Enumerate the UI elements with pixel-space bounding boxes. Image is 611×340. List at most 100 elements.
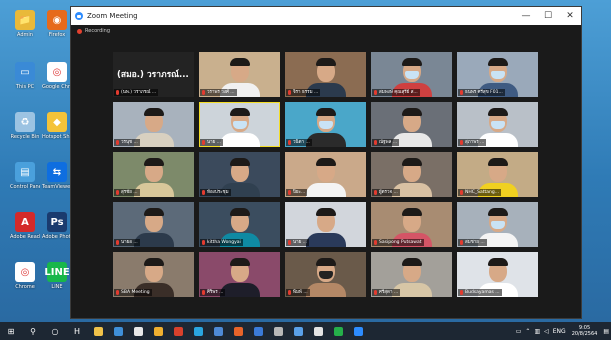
participant-tile[interactable]: ห้องประชุม bbox=[199, 152, 280, 197]
taskbar-app11-icon[interactable] bbox=[288, 322, 308, 340]
desktop-icon[interactable]: A Adobe Reader bbox=[10, 212, 40, 240]
participant-tile[interactable]: NHC_Sattang... bbox=[457, 152, 538, 197]
taskbar-files-icon[interactable]: H bbox=[66, 322, 88, 340]
taskbar-app13-icon[interactable] bbox=[328, 322, 348, 340]
participant-name: ห้องประชุม bbox=[207, 190, 229, 195]
taskbar-app5-icon[interactable] bbox=[168, 322, 188, 340]
desktop-icon[interactable]: ◉ Firefox bbox=[42, 10, 72, 38]
taskbar-app-glyph bbox=[213, 326, 223, 336]
title-bar[interactable]: Zoom Meeting — ☐ ✕ bbox=[71, 7, 581, 25]
taskbar-app4-icon[interactable] bbox=[148, 322, 168, 340]
desktop-app-icon: ◉ bbox=[47, 10, 67, 30]
taskbar-start-icon[interactable]: ⊞ bbox=[0, 322, 22, 340]
participant-hair bbox=[401, 208, 422, 216]
participant-nameplate: NHC_Sattang... bbox=[458, 189, 502, 196]
participant-tile[interactable]: วราพร วงศ์ ... bbox=[199, 52, 280, 97]
participant-hair bbox=[229, 208, 250, 216]
participant-name: ผู้ตรวจ ... bbox=[379, 190, 398, 195]
taskbar-app1-icon[interactable] bbox=[88, 322, 108, 340]
network-icon[interactable]: ▥ bbox=[534, 328, 540, 335]
participant-tile[interactable]: Budsayamas ... bbox=[457, 252, 538, 297]
participant-tile[interactable]: ผู้ตรวจ ... bbox=[371, 152, 452, 197]
participant-tile[interactable]: Sasipong Putsawat bbox=[371, 202, 452, 247]
taskbar-app-glyph bbox=[153, 326, 163, 336]
desktop-icon[interactable]: ◆ Hotspot Shield bbox=[42, 112, 72, 140]
participant-hair bbox=[401, 58, 422, 66]
taskbar-taskview-icon[interactable]: ○ bbox=[44, 322, 66, 340]
taskbar-app6-icon[interactable] bbox=[188, 322, 208, 340]
clock[interactable]: 9:05 20/8/2564 bbox=[572, 325, 598, 337]
participant-nameplate: ศิริพร ... bbox=[200, 289, 226, 296]
desktop-icon-label: Chrome bbox=[15, 284, 35, 290]
close-button[interactable]: ✕ bbox=[559, 7, 581, 25]
participant-hair bbox=[487, 58, 508, 66]
participant-hair bbox=[143, 258, 164, 266]
participant-tile[interactable]: ธนพร ศรีสุข F01... bbox=[457, 52, 538, 97]
taskbar-app8-icon[interactable] bbox=[228, 322, 248, 340]
desktop-icon[interactable]: 📁 Admin bbox=[10, 10, 40, 38]
zoom-window[interactable]: Zoom Meeting — ☐ ✕ Recording (สมอ.) วราภ… bbox=[70, 6, 582, 319]
folder-icon[interactable]: ▭ bbox=[516, 328, 522, 335]
participant-tile[interactable]: สมชาย ... bbox=[457, 202, 538, 247]
participant-hair bbox=[229, 158, 250, 166]
participant-hair bbox=[487, 108, 508, 116]
participant-name: วนิดา ... bbox=[293, 140, 310, 145]
desktop-icon[interactable]: ◎ Chrome bbox=[10, 262, 40, 290]
taskbar-app3-icon[interactable] bbox=[128, 322, 148, 340]
participant-nameplate: สุภาพร ... bbox=[458, 139, 487, 146]
participant-name: วราพร วงศ์ ... bbox=[207, 90, 235, 95]
desktop-icon[interactable]: ▭ This PC bbox=[10, 62, 40, 90]
participant-tile[interactable]: ศิริพร ... bbox=[199, 252, 280, 297]
participant-tile[interactable]: ณัฐพล ... bbox=[371, 102, 452, 147]
desktop-icon[interactable]: ◎ Google Chrome bbox=[42, 62, 72, 90]
taskbar-app-glyph bbox=[233, 326, 243, 336]
participant-hair bbox=[401, 158, 422, 166]
chevron-up-icon[interactable]: ⌃ bbox=[525, 328, 530, 335]
taskbar-app2-icon[interactable] bbox=[108, 322, 128, 340]
recording-indicator[interactable]: Recording bbox=[77, 28, 110, 34]
desktop-icon[interactable]: ⇆ TeamViewer bbox=[42, 162, 72, 190]
participant-nameplate: ห้องประชุม bbox=[200, 189, 231, 196]
participant-tile[interactable]: วนิดา ... bbox=[285, 102, 366, 147]
taskbar-app-glyph bbox=[353, 326, 363, 336]
participant-tile[interactable]: นาย ... bbox=[285, 202, 366, 247]
taskbar-search-icon[interactable]: ⚲ bbox=[22, 322, 44, 340]
taskbar-app12-icon[interactable] bbox=[308, 322, 328, 340]
participant-tile[interactable]: SBA Meeting bbox=[113, 252, 194, 297]
notifications-icon[interactable]: ▤ bbox=[603, 328, 609, 335]
taskbar-app14-icon[interactable] bbox=[348, 322, 368, 340]
desktop-icon[interactable]: ▤ Control Panel bbox=[10, 162, 40, 190]
participant-tile[interactable]: ศรีสุดา ... bbox=[371, 252, 452, 297]
taskbar-app7-icon[interactable] bbox=[208, 322, 228, 340]
participant-name: ศิริพร ... bbox=[207, 290, 224, 295]
participant-tile[interactable]: นาย ... bbox=[199, 102, 280, 147]
participant-tile[interactable]: kittha Wongyai bbox=[199, 202, 280, 247]
desktop-icon[interactable]: Ps Adobe Photoshop bbox=[42, 212, 72, 240]
participant-tile[interactable]: สุภาพร ... bbox=[457, 102, 538, 147]
participant-tile[interactable]: นายอ ... bbox=[113, 202, 194, 247]
desktop-app-icon: ◆ bbox=[47, 112, 67, 132]
taskbar-app-glyph bbox=[273, 326, 283, 336]
clock-date: 20/8/2564 bbox=[571, 331, 598, 337]
maximize-button[interactable]: ☐ bbox=[537, 7, 559, 25]
desktop-icon[interactable]: LINE LINE bbox=[42, 262, 72, 290]
participant-tile[interactable]: ปิยะ... bbox=[285, 152, 366, 197]
muted-mic-icon bbox=[116, 290, 119, 295]
participant-tile[interactable]: จิรา ธรรม ... bbox=[285, 52, 366, 97]
muted-mic-icon bbox=[116, 140, 119, 145]
participant-tile[interactable]: วรนุช ... bbox=[113, 102, 194, 147]
taskbar-app9-icon[interactable] bbox=[248, 322, 268, 340]
participant-tile[interactable]: สมพงษ์ คุณสุรีย์ ส... bbox=[371, 52, 452, 97]
taskbar-app10-icon[interactable] bbox=[268, 322, 288, 340]
participant-tile[interactable]: สุรชัย ... bbox=[113, 152, 194, 197]
face-mask bbox=[318, 121, 333, 129]
desktop-icon[interactable]: ♻ Recycle Bin bbox=[10, 112, 40, 140]
language-indicator[interactable]: ENG bbox=[553, 328, 566, 335]
desktop-app-icon: ⇆ bbox=[47, 162, 67, 182]
participant-tile[interactable]: พิมพ์ ... bbox=[285, 252, 366, 297]
zoom-logo-icon bbox=[75, 12, 83, 20]
volume-icon[interactable]: ◁ bbox=[544, 328, 549, 335]
minimize-button[interactable]: — bbox=[515, 7, 537, 25]
participant-tile[interactable]: (สมอ.) วราภรณ์... (นพ.) วราภรณ์ ... bbox=[113, 52, 194, 97]
muted-mic-icon bbox=[116, 90, 119, 95]
